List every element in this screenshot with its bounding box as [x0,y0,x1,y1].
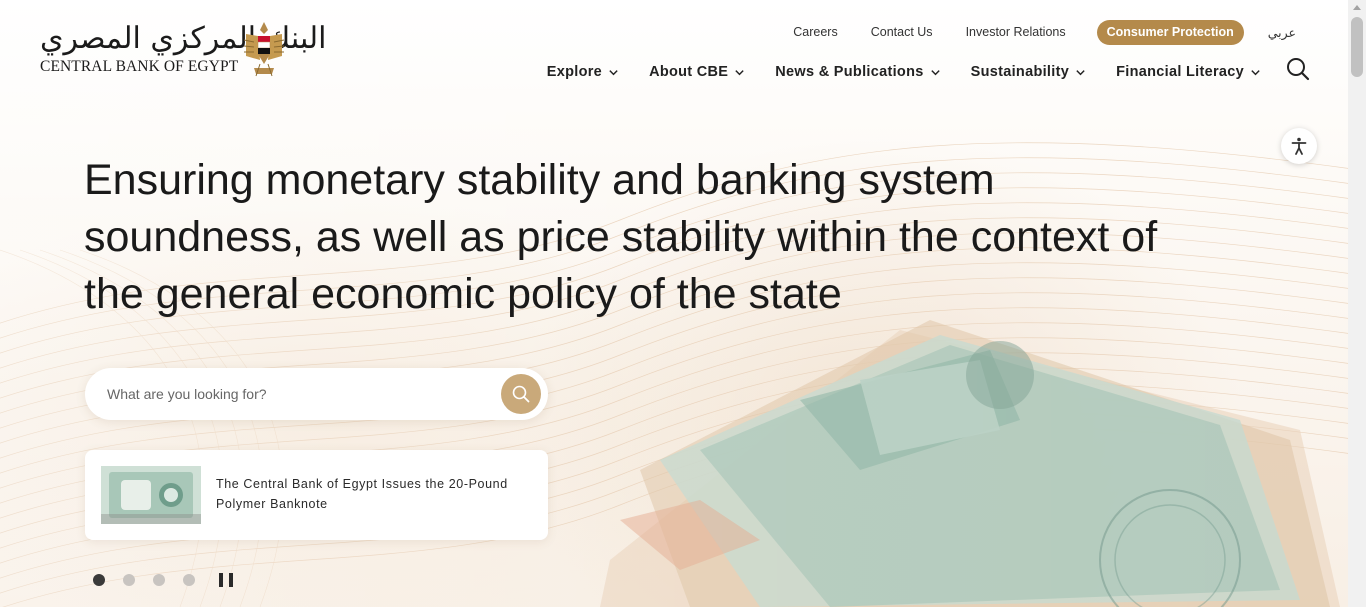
scroll-up-arrow-icon[interactable] [1353,5,1361,10]
chevron-down-icon [609,69,618,75]
chevron-down-icon [1076,69,1085,75]
hero-headline: Ensuring monetary stability and banking … [84,156,1158,318]
pause-icon[interactable] [219,573,233,587]
main-navigation: Explore About CBE News & Publications Su… [547,60,1261,84]
chevron-down-icon [930,69,940,75]
search-icon [512,385,530,403]
news-headline: The Central Bank of Egypt Issues the 20-… [216,477,508,511]
nav-item-label: About CBE [649,64,729,80]
page-scrollbar[interactable] [1348,0,1366,607]
search-submit-button[interactable] [501,374,541,414]
nav-item-news-publications[interactable]: News & Publications [775,64,940,80]
slider-dot-4[interactable] [183,574,195,586]
nav-item-label: Sustainability [970,64,1070,80]
language-switch-link[interactable]: عربي [1268,25,1296,40]
top-utility-links: Careers Contact Us Investor Relations Co… [760,19,1296,45]
consumer-protection-button[interactable]: Consumer Protection [1096,19,1244,45]
nav-item-label: News & Publications [775,64,924,80]
hero-search-box [85,368,548,420]
nav-item-sustainability[interactable]: Sustainability [971,64,1086,80]
scroll-thumb[interactable] [1351,17,1363,77]
banknote-thumbnail-image [101,466,201,524]
slider-controls [93,573,233,587]
cbe-logo[interactable]: البنك المركزي المصري CENTRAL BANK OF EGY… [40,20,327,82]
accessibility-icon [1291,137,1307,155]
nav-item-label: Financial Literacy [1116,64,1244,80]
news-thumbnail [101,466,201,524]
nav-item-label: Explore [546,64,603,80]
contact-us-link[interactable]: Contact Us [871,25,933,39]
chevron-down-icon [1251,69,1260,75]
chevron-down-icon [735,69,744,75]
logo-english-name: CENTRAL BANK OF EGYPT [40,58,239,75]
news-card[interactable]: The Central Bank of Egypt Issues the 20-… [85,450,548,540]
nav-item-financial-literacy[interactable]: Financial Literacy [1116,64,1261,80]
careers-link[interactable]: Careers [793,25,837,39]
search-input[interactable] [107,381,487,407]
nav-item-explore[interactable]: Explore [547,64,619,80]
investor-relations-link[interactable]: Investor Relations [966,25,1066,39]
accessibility-button[interactable] [1281,128,1317,164]
slider-dot-2[interactable] [123,574,135,586]
nav-item-about-cbe[interactable]: About CBE [649,64,745,80]
slider-dot-3[interactable] [153,574,165,586]
slider-dot-1[interactable] [93,574,105,586]
egypt-eagle-emblem-icon [243,22,285,77]
search-icon[interactable] [1285,56,1311,82]
